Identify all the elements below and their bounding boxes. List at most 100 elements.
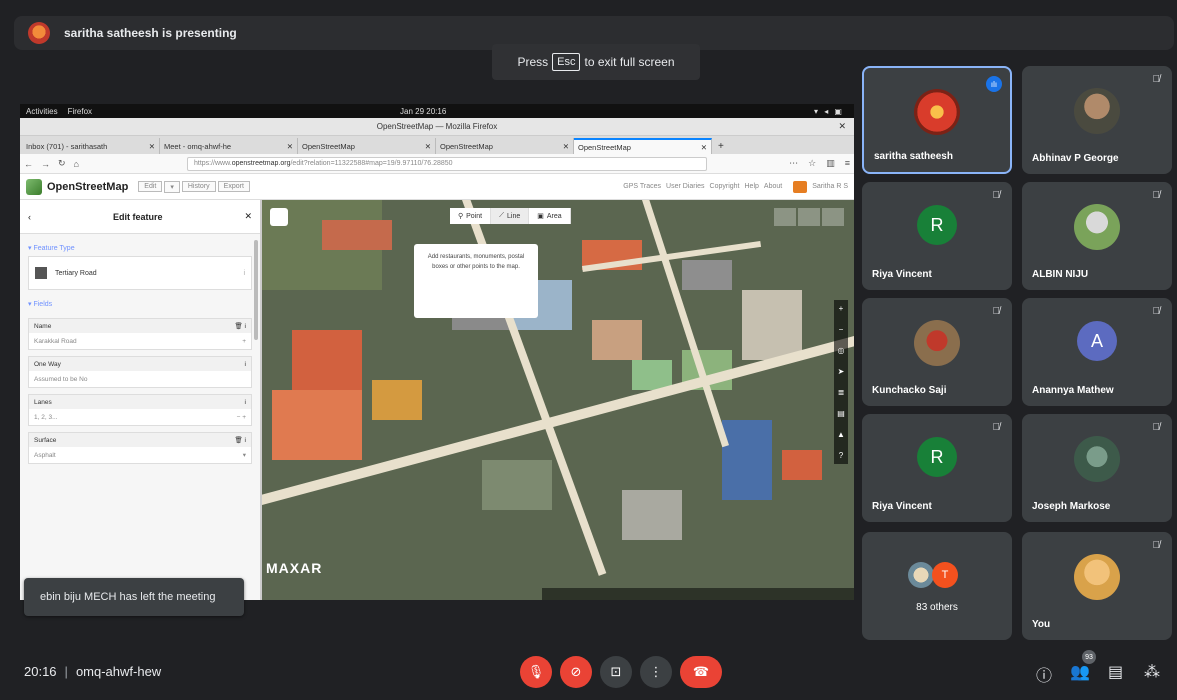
map-pane-toggle-icon (270, 208, 288, 226)
maxar-logo: MAXAR (266, 560, 323, 576)
present-screen-icon: ⊡ (610, 664, 622, 679)
participant-avatar: R (917, 437, 957, 478)
mode-label: Point (466, 212, 483, 220)
mic-toggle-button[interactable]: 🎙 (520, 656, 552, 688)
fields-label: Fields (33, 301, 53, 308)
window-title: OpenStreetMap — Mozilla Firefox (376, 122, 498, 131)
tab-label: OpenStreetMap (578, 142, 631, 152)
fullscreen-hint: Press Esc to exit full screen (492, 44, 700, 80)
reload-icon: ↻ (58, 158, 66, 168)
meeting-info: 20:16 | omq-ahwf-hew (24, 664, 162, 679)
back-chevron-icon: ‹ (28, 211, 31, 222)
menu-icon: ≡ (844, 158, 850, 168)
leave-call-button[interactable]: ☎ (680, 656, 722, 688)
osm-editor: ‹ Edit feature ✕ ▾ Feature Type Tertiary… (20, 200, 854, 600)
participant-avatar: A (1077, 321, 1117, 362)
others-tile[interactable]: T 83 others (862, 532, 1012, 640)
trash-icon: 🗑 i (234, 437, 246, 444)
participant-name: You (1032, 619, 1051, 630)
mic-off-icon: 🎙̸ (1152, 190, 1161, 201)
browser-tab-active: OpenStreetMap ✕ (574, 138, 712, 154)
locate-icon: ◎ (837, 346, 845, 355)
participant-avatar (1074, 436, 1120, 483)
point-tooltip: Add restaurants, monuments, postal boxes… (414, 244, 538, 318)
line-icon: ⟋ (499, 212, 505, 219)
tab-close-icon: ✕ (148, 141, 155, 151)
participant-avatar: T (932, 562, 958, 588)
osm-logo-icon (26, 178, 42, 195)
field-value: 1, 2, 3... (34, 413, 58, 421)
mic-off-icon: 🎙̸ (1152, 74, 1161, 85)
field-value: Karakkal Road (34, 337, 77, 345)
present-button[interactable]: ⊡ (600, 656, 632, 688)
activities-icon[interactable]: ⁂ (1144, 662, 1160, 682)
save-icon (822, 208, 844, 226)
browser-tab: OpenStreetMap ✕ (436, 138, 574, 154)
plus-icon: + (242, 337, 246, 345)
tab-label: Inbox (701) - sarithasath (26, 141, 108, 151)
chat-icon[interactable]: ▤ (1108, 662, 1123, 682)
field-value: Asphalt (34, 451, 56, 459)
fields-section: ▾ Fields (28, 301, 53, 308)
participant-tile[interactable]: A 🎙̸ Anannya Mathew (1022, 298, 1172, 406)
map-roof (322, 220, 392, 250)
sidebar-title: Edit feature (112, 211, 163, 222)
tab-close-icon: ✕ (700, 142, 707, 152)
participant-name: Joseph Markose (1032, 501, 1111, 512)
participant-tile[interactable]: ılı saritha satheesh (862, 66, 1012, 174)
mic-off-icon: 🎙̸ (992, 306, 1001, 317)
map-road (642, 200, 730, 448)
map-roof (292, 330, 362, 390)
close-icon: ✕ (838, 121, 846, 131)
participant-tile[interactable]: R 🎙̸ Riya Vincent (862, 414, 1012, 522)
back-icon: ← (24, 158, 33, 169)
meeting-details-icon[interactable]: ⓘ (1036, 662, 1052, 686)
close-icon: ✕ (244, 211, 252, 221)
participant-tile[interactable]: 🎙̸ Joseph Markose (1022, 414, 1172, 522)
participant-tile[interactable]: R 🎙̸ Riya Vincent (862, 182, 1012, 290)
map-roof (782, 450, 822, 480)
participant-name: Anannya Mathew (1032, 385, 1114, 396)
url-domain: openstreetmap.org (231, 160, 291, 167)
participant-name: Riya Vincent (872, 501, 932, 512)
self-tile[interactable]: 🎙̸ You (1022, 532, 1172, 640)
zoom-out-icon: − (838, 325, 844, 334)
feature-type-value: Tertiary Road (55, 269, 97, 277)
map-roof (722, 420, 772, 500)
mode-area-button: ▣ Area (529, 208, 571, 224)
firefox-nav-bar: ← → ↻ ⌂ https://www. openstreetmap.org/ed… (20, 154, 854, 174)
map-footer-bar (542, 588, 854, 600)
area-icon: ▣ (537, 213, 544, 220)
hangup-icon: ☎ (692, 664, 710, 679)
field-value: Assumed to be No (34, 375, 88, 383)
participant-avatar (914, 88, 960, 135)
more-options-button[interactable]: ⋮ (640, 656, 672, 688)
road-icon (35, 267, 47, 279)
osm-link: About (763, 183, 783, 190)
participant-avatar (1074, 204, 1120, 251)
field-lanes: Lanes i 1, 2, 3... − + (28, 394, 252, 426)
tab-close-icon: ✕ (424, 141, 431, 151)
participant-avatar (908, 562, 934, 588)
undo-icon (774, 208, 796, 226)
system-tray-icon: ▾ ◂ ▣ (813, 106, 844, 116)
issues-icon: ▲ (837, 430, 845, 439)
people-icon[interactable]: 👥 (1070, 662, 1090, 682)
browser-tab: Meet - omq-ahwf-he ✕ (160, 138, 298, 154)
mic-off-icon: 🎙 (527, 664, 545, 679)
mic-off-icon: 🎙̸ (1152, 306, 1161, 317)
home-icon: ⌂ (73, 158, 79, 169)
field-name: Name 🗑 i Karakkal Road + (28, 318, 252, 350)
participant-tile[interactable]: 🎙̸ ALBIN NIJU (1022, 182, 1172, 290)
participant-name: Riya Vincent (872, 269, 932, 280)
osm-link: Copyright (709, 183, 740, 190)
participant-tile[interactable]: 🎙̸ Abhinav P George (1022, 66, 1172, 174)
shared-screen: Activities Firefox Jan 29 20:16 ▾ ◂ ▣ Op… (20, 104, 854, 600)
participant-name: ALBIN NIJU (1032, 269, 1089, 280)
participant-tile[interactable]: 🎙̸ Kunchacko Saji (862, 298, 1012, 406)
mic-off-icon: 🎙̸ (1152, 540, 1161, 551)
feature-type-box: Tertiary Road i (28, 256, 252, 290)
bookmark-icon: ☆ (808, 158, 817, 168)
camera-toggle-button[interactable]: ⊘ (560, 656, 592, 688)
forward-icon: → (41, 158, 50, 169)
